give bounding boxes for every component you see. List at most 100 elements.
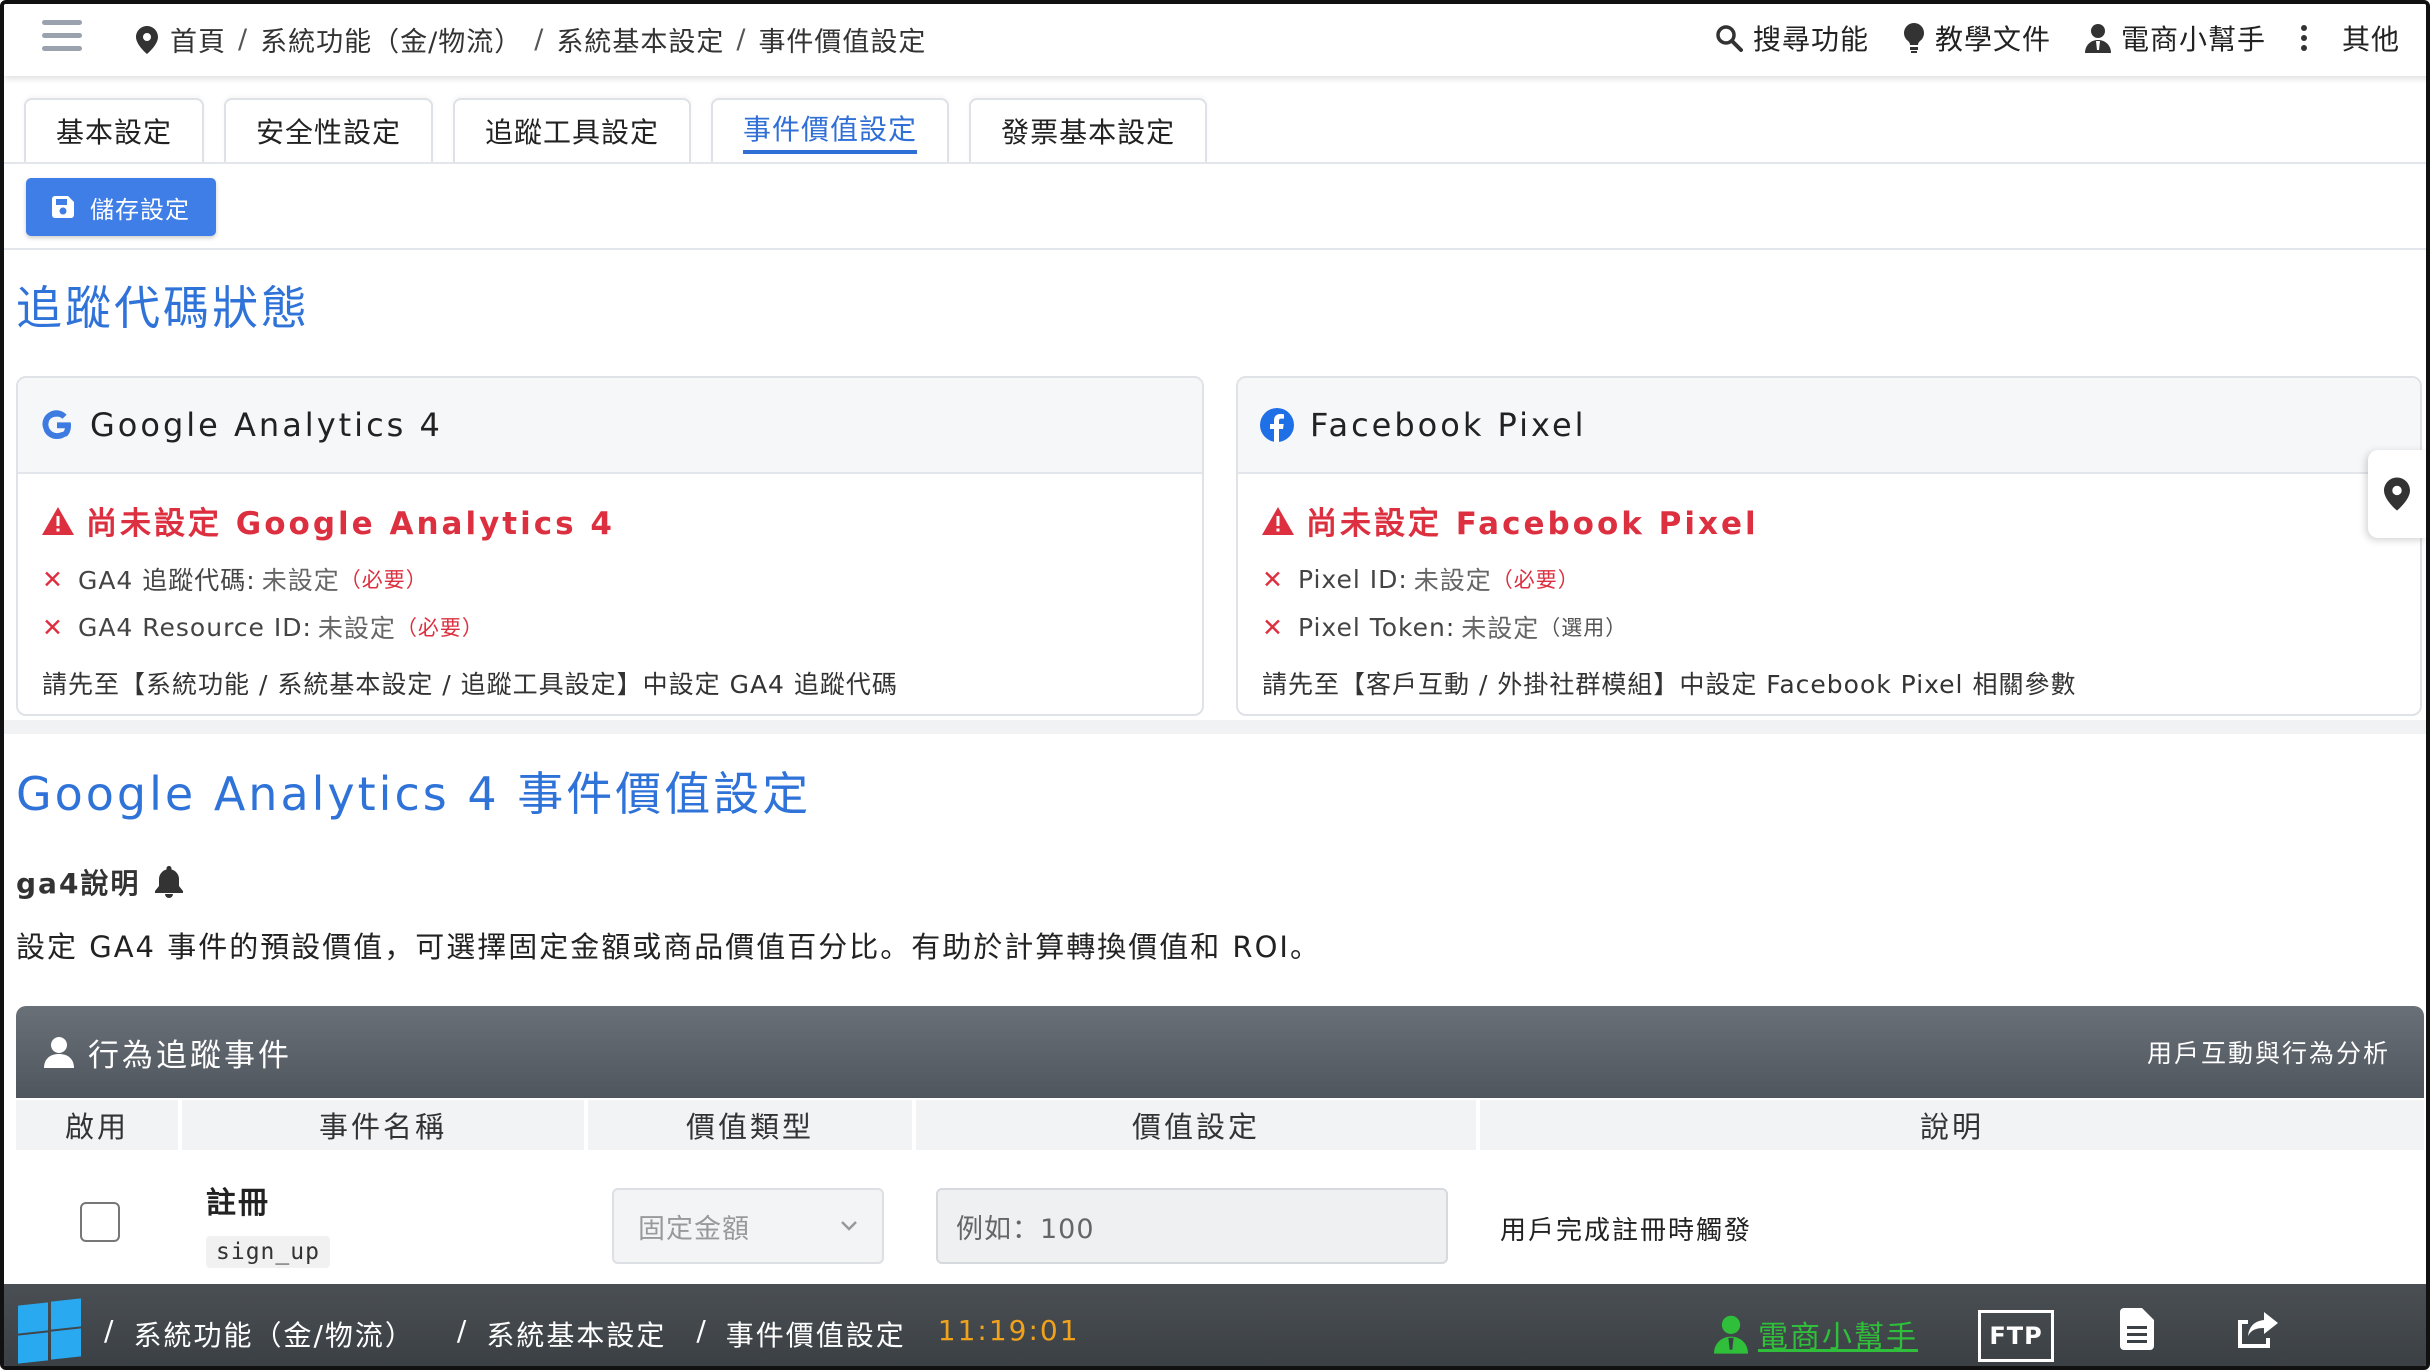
warning-icon xyxy=(42,506,74,535)
tab-label: 事件價值設定 xyxy=(743,108,918,154)
bell-icon[interactable] xyxy=(154,866,184,898)
location-pin-icon xyxy=(136,25,158,54)
enable-checkbox[interactable] xyxy=(80,1202,120,1242)
user-tie-icon xyxy=(2084,24,2111,53)
nav-helper-label: 電商小幫手 xyxy=(2120,23,2266,56)
ga4-event-value-title: Google Analytics 4 事件價值設定 xyxy=(16,767,812,821)
event-name: 註冊 xyxy=(206,1186,270,1221)
nav-helper[interactable]: 電商小幫手 xyxy=(2084,18,2266,58)
cross-icon: ✕ xyxy=(42,612,64,642)
tab-tracking-tools[interactable]: 追蹤工具設定 xyxy=(453,98,692,162)
taskbar-helper-label: 電商小幫手 xyxy=(1758,1320,1918,1355)
warning-icon xyxy=(1262,506,1294,535)
breadcrumb-separator: / xyxy=(736,24,747,55)
card-header: Facebook Pixel xyxy=(1238,378,2420,474)
requirement-status: 未設定 xyxy=(1413,566,1492,595)
tab-event-value[interactable]: 事件價值設定 xyxy=(711,98,950,162)
taskbar-crumb-separator: / xyxy=(104,1314,116,1347)
cross-icon: ✕ xyxy=(42,564,64,594)
floppy-disk-icon xyxy=(52,196,74,218)
ga4-requirement-item: ✕ GA4 Resource ID: 未設定 （必要） xyxy=(42,609,1178,645)
tracking-status-title: 追蹤代碼狀態 xyxy=(16,281,310,335)
taskbar: / 系統功能（金/物流） / 系統基本設定 / 事件價值設定 11:19:01 … xyxy=(4,1284,2426,1366)
requirement-tag: （選用） xyxy=(1539,616,1628,640)
requirement-status: 未設定 xyxy=(261,566,340,595)
requirement-label: GA4 Resource ID: xyxy=(77,612,312,642)
taskbar-crumb[interactable]: 系統基本設定 xyxy=(486,1314,666,1354)
nav-docs[interactable]: 教學文件 xyxy=(1903,18,2051,58)
nav-search[interactable]: 搜尋功能 xyxy=(1715,18,1869,58)
lightbulb-icon xyxy=(1903,23,1924,53)
more-vertical-icon xyxy=(2300,25,2307,51)
windows-logo-icon[interactable] xyxy=(18,1298,82,1364)
cross-icon: ✕ xyxy=(1262,612,1284,642)
save-settings-label: 儲存設定 xyxy=(90,195,190,224)
tab-basic-settings[interactable]: 基本設定 xyxy=(24,98,205,162)
ga4-note-title: ga4說明 xyxy=(16,867,141,900)
event-code: sign_up xyxy=(206,1236,330,1268)
column-header-value-setting: 價值設定 xyxy=(916,1100,1476,1150)
nav-other[interactable]: 其他 xyxy=(2300,18,2400,58)
breadcrumb-home[interactable]: 首頁 xyxy=(170,20,226,59)
ga4-hint: 請先至【系統功能 / 系統基本設定 / 追蹤工具設定】中設定 GA4 追蹤代碼 xyxy=(42,670,898,699)
breadcrumb-basic-settings[interactable]: 系統基本設定 xyxy=(556,20,724,59)
facebook-pixel-status-card: Facebook Pixel 尚未設定 Facebook Pixel ✕ Pix… xyxy=(1236,376,2422,716)
user-icon xyxy=(44,1037,74,1068)
table-row: 註冊 sign_up 固定金額 例如：100 用戶完成註冊時觸發 xyxy=(16,1150,2424,1284)
fb-warning: 尚未設定 Facebook Pixel xyxy=(1262,498,2396,543)
side-location-button[interactable] xyxy=(2368,450,2426,538)
ga4-card-title: Google Analytics 4 xyxy=(90,406,443,444)
tab-divider xyxy=(4,162,2426,164)
requirement-status: 未設定 xyxy=(317,614,396,643)
requirement-label: Pixel Token: xyxy=(1297,612,1456,642)
tab-invoice-settings[interactable]: 發票基本設定 xyxy=(969,98,1208,162)
taskbar-helper-link[interactable]: 電商小幫手 xyxy=(1714,1312,1918,1356)
table-header: 啟用 事件名稱 價值類型 價值設定 說明 xyxy=(16,1100,2424,1150)
document-icon[interactable] xyxy=(2120,1308,2154,1350)
tab-security-settings[interactable]: 安全性設定 xyxy=(224,98,434,162)
event-group-subtitle: 用戶互動與行為分析 xyxy=(2146,1039,2390,1068)
value-input-placeholder: 例如：100 xyxy=(956,1213,1095,1245)
menu-icon[interactable] xyxy=(42,20,82,56)
ftp-button[interactable]: FTP xyxy=(1978,1310,2054,1362)
top-bar: 首頁 / 系統功能（金/物流） / 系統基本設定 / 事件價值設定 搜尋功能 教… xyxy=(4,4,2426,76)
taskbar-crumb-separator: / xyxy=(696,1314,708,1347)
nav-other-label: 其他 xyxy=(2341,23,2400,56)
breadcrumb-system[interactable]: 系統功能（金/物流） xyxy=(260,20,522,59)
save-settings-button[interactable]: 儲存設定 xyxy=(26,178,216,236)
taskbar-crumb-separator: / xyxy=(456,1314,469,1347)
settings-tabs: 基本設定 安全性設定 追蹤工具設定 事件價值設定 發票基本設定 xyxy=(24,98,1208,162)
share-icon[interactable] xyxy=(2234,1308,2284,1350)
fb-warning-text: 尚未設定 Facebook Pixel xyxy=(1306,506,1759,542)
column-header-description: 說明 xyxy=(1480,1100,2424,1150)
tab-label: 安全性設定 xyxy=(256,116,402,149)
ga4-status-card: Google Analytics 4 尚未設定 Google Analytics… xyxy=(16,376,1204,716)
breadcrumb-current: 事件價值設定 xyxy=(758,27,927,58)
taskbar-clock: 11:19:01 xyxy=(937,1314,1080,1347)
value-type-select[interactable]: 固定金額 xyxy=(612,1188,884,1264)
taskbar-crumb[interactable]: 系統功能（金/物流） xyxy=(133,1314,414,1354)
requirement-tag: （必要） xyxy=(395,616,484,640)
tab-label: 發票基本設定 xyxy=(1001,116,1176,149)
taskbar-crumb[interactable]: 事件價值設定 xyxy=(726,1314,906,1354)
event-group-title: 行為追蹤事件 xyxy=(88,1037,292,1074)
search-icon xyxy=(1716,25,1743,52)
ga4-description: 設定 GA4 事件的預設價值，可選擇固定金額或商品價值百分比。有助於計算轉換價值… xyxy=(16,930,1321,964)
value-input[interactable]: 例如：100 xyxy=(936,1188,1448,1264)
location-pin-icon xyxy=(2384,477,2410,511)
nav-search-label: 搜尋功能 xyxy=(1752,23,1869,56)
tab-label: 追蹤工具設定 xyxy=(485,116,660,149)
fb-requirement-item: ✕ Pixel Token: 未設定 （選用） xyxy=(1262,609,2396,645)
requirement-tag: （必要） xyxy=(1491,568,1580,592)
nav-docs-label: 教學文件 xyxy=(1934,23,2051,56)
section-band xyxy=(4,720,2426,734)
ga4-warning-text: 尚未設定 Google Analytics 4 xyxy=(86,506,615,542)
column-header-event-name: 事件名稱 xyxy=(182,1100,584,1150)
ga4-requirement-item: ✕ GA4 追蹤代碼: 未設定 （必要） xyxy=(42,561,1178,597)
requirement-status: 未設定 xyxy=(1461,614,1540,643)
breadcrumb-separator: / xyxy=(238,24,249,55)
fb-requirement-item: ✕ Pixel ID: 未設定 （必要） xyxy=(1262,561,2396,597)
requirement-label: GA4 追蹤代碼: xyxy=(77,566,256,595)
event-group-header: 行為追蹤事件 用戶互動與行為分析 xyxy=(16,1006,2424,1098)
user-tie-icon xyxy=(1714,1315,1748,1354)
